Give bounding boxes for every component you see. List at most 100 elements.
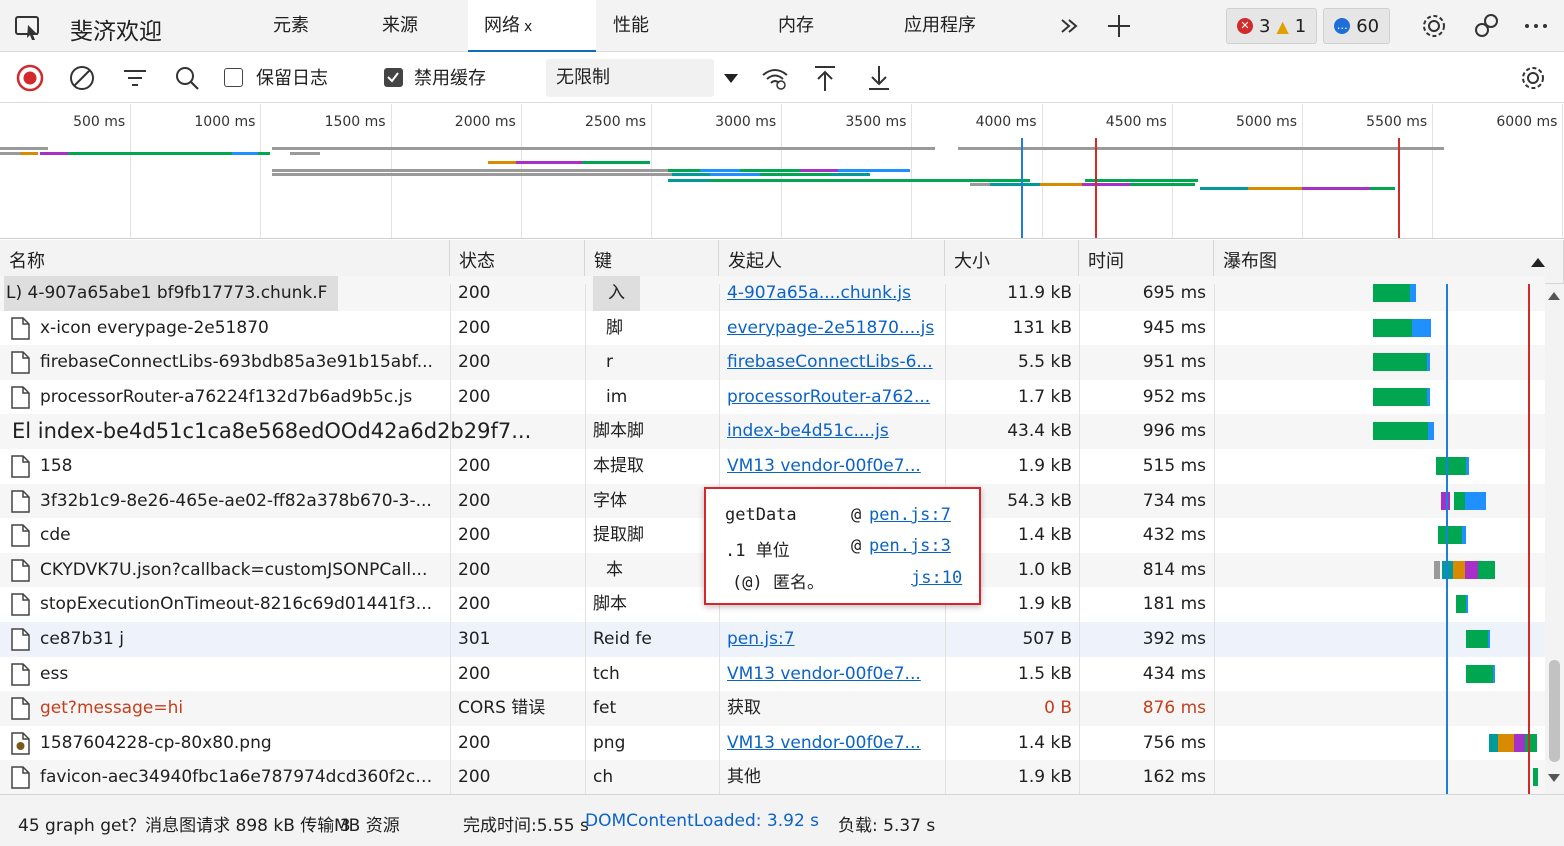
tab-sources[interactable]: 来源 [366, 0, 434, 52]
scrollbar[interactable] [1545, 284, 1564, 794]
feedback-icon[interactable] [1471, 12, 1501, 40]
request-time: 814 ms [1142, 559, 1206, 580]
network-conditions-icon[interactable] [760, 63, 790, 93]
scroll-thumb[interactable] [1549, 660, 1560, 762]
request-type: fet [593, 698, 617, 719]
disable-cache-checkbox[interactable] [384, 68, 403, 87]
request-name: cde [40, 525, 71, 546]
initiator-stack-tooltip: getData @ pen.js:7 .1 单位 @ pen.js:3 (@) … [704, 487, 981, 605]
record-icon[interactable] [15, 63, 45, 93]
table-row[interactable]: ess 200 tch VM13 vendor-00f0e7... 1.5 kB 434 … [0, 657, 1545, 692]
tab-memory[interactable]: 内存 [762, 0, 830, 52]
waterfall-bar [1478, 560, 1495, 579]
request-type: r [606, 352, 613, 373]
overview-activity-bar [760, 173, 830, 176]
more-tabs-icon[interactable] [1054, 12, 1084, 40]
table-row[interactable]: get?message=hi CORS 错误 fet 获取 0 B 876 ms [0, 691, 1545, 726]
clear-icon[interactable] [67, 63, 97, 93]
table-row[interactable]: favicon-aec34940fbc1a6e787974dcd360f2c6.… [0, 760, 1545, 794]
table-row[interactable]: El index-be4d51c1ca8e568edOOd42a6d2b29f7… [0, 414, 1545, 449]
network-settings-icon[interactable] [1518, 63, 1548, 93]
table-row[interactable]: L) 4-907a65abe1 bf9fb17773.chunk.F 200 入 4-… [0, 276, 1545, 311]
warning-count: 1 [1294, 15, 1307, 37]
image-file-icon [11, 732, 30, 755]
stack-frame-link[interactable]: pen.js:3 [869, 536, 951, 556]
table-row[interactable]: x-icon everypage-2e51870 200 脚 everypage-2e… [0, 311, 1545, 346]
tab-label: 网络 [484, 15, 520, 36]
messages-badge[interactable]: … 60 [1323, 8, 1391, 44]
tab-performance[interactable]: 性能 [597, 0, 665, 52]
network-overview-timeline[interactable]: 500 ms 1000 ms 1500 ms 2000 ms 2500 ms 3000 m… [0, 104, 1564, 239]
sort-ascending-icon[interactable] [1531, 258, 1545, 267]
close-tab-icon[interactable]: x [524, 19, 532, 35]
scroll-up-icon[interactable] [1548, 292, 1560, 300]
request-status: 200 [458, 490, 491, 511]
overview-activity-bar [68, 152, 232, 155]
overview-gridline [1171, 104, 1173, 238]
export-har-icon[interactable] [864, 63, 894, 93]
request-initiator[interactable]: 4-907a65a....chunk.js [727, 276, 937, 311]
waterfall-bar [1466, 630, 1488, 648]
request-name: ce87b31 j [40, 629, 124, 649]
request-initiator[interactable]: everypage-2e51870....js [727, 311, 937, 346]
tab-application[interactable]: 应用程序 [888, 0, 992, 52]
scroll-down-icon[interactable] [1548, 774, 1560, 782]
file-icon [11, 593, 30, 617]
table-row[interactable]: firebaseConnectLibs-693bdb85a3e91b15abf.… [0, 345, 1545, 380]
preserve-log-checkbox[interactable] [224, 68, 243, 87]
request-initiator[interactable]: VM13 vendor-00f0e7... [727, 726, 937, 761]
request-status: 200 [458, 317, 491, 338]
filter-icon[interactable] [120, 63, 150, 93]
settings-gear-icon[interactable] [1419, 12, 1449, 40]
error-count: 3 [1259, 15, 1271, 37]
overview-activity-bar [958, 147, 1444, 150]
tab-elements[interactable]: 元素 [257, 0, 325, 52]
table-row[interactable]: 1587604228-cp-80x80.png 200 png VM13 vendor… [0, 726, 1545, 761]
request-initiator: 获取 [727, 698, 761, 719]
tab-label: 性能 [613, 15, 649, 36]
stack-frame-link[interactable]: pen.js:7 [869, 505, 951, 525]
request-initiator[interactable]: processorRouter-a762... [727, 380, 937, 415]
request-initiator[interactable]: index-be4d51c....js [727, 414, 937, 449]
error-warning-badge[interactable]: ✕ 3 ▲ 1 [1226, 8, 1318, 44]
request-initiator[interactable]: VM13 vendor-00f0e7... [727, 657, 937, 692]
overview-activity-bar [800, 169, 838, 172]
request-name: favicon-aec34940fbc1a6e787974dcd360f2c6.… [40, 767, 442, 788]
table-row[interactable]: processorRouter-a76224f132d7b6ad9b5c.js 2… [0, 380, 1545, 415]
request-status: 200 [458, 386, 491, 407]
request-type: 脚本 [593, 594, 627, 615]
stack-frame-link[interactable]: js:10 [911, 568, 962, 588]
tab-label: 来源 [382, 15, 418, 36]
waterfall-bar [1438, 526, 1462, 545]
table-row[interactable]: 158 200 本提取 VM13 vendor-00f0e7... 1.9 kB 515 … [0, 449, 1545, 484]
overview-activity-bar [970, 183, 990, 186]
stack-frame-function: (@) 匿名。 [732, 573, 824, 593]
overview-activity-bar [1082, 183, 1130, 186]
request-size: 1.9 kB [1018, 456, 1072, 476]
overview-activity-bar [290, 152, 320, 155]
search-icon[interactable] [172, 63, 202, 93]
inspect-element-icon[interactable] [14, 13, 44, 41]
request-initiator[interactable]: firebaseConnectLibs-6... [727, 345, 937, 380]
import-har-icon[interactable] [810, 63, 840, 93]
more-options-icon[interactable] [1521, 12, 1551, 40]
add-tab-icon[interactable] [1104, 12, 1134, 40]
welcome-tab[interactable]: 斐济欢迎 [70, 12, 162, 46]
overview-activity-bar [710, 173, 760, 176]
request-size: 1.7 kB [1018, 386, 1072, 407]
network-toolbar: 保留日志 禁用缓存 无限制 [0, 53, 1564, 103]
tab-network[interactable]: 网络 x [468, 0, 596, 52]
request-type: 本提取 [593, 456, 644, 476]
table-row[interactable]: ce87b31 j 301 Reid fe pen.js:7 507 B 392 ms [0, 622, 1545, 657]
request-status: 200 [458, 732, 491, 753]
file-icon [11, 489, 30, 513]
request-initiator[interactable]: pen.js:7 [727, 622, 937, 657]
overview-activity-bar [1302, 187, 1370, 190]
request-size: 507 B [1022, 629, 1072, 649]
overview-activity-bar [1248, 187, 1302, 190]
chevron-down-icon[interactable] [716, 63, 746, 93]
request-name: ess [40, 663, 69, 684]
stack-frame-function: getData [725, 505, 797, 525]
request-initiator[interactable]: VM13 vendor-00f0e7... [727, 449, 937, 484]
throttling-select[interactable]: 无限制 [546, 59, 714, 97]
